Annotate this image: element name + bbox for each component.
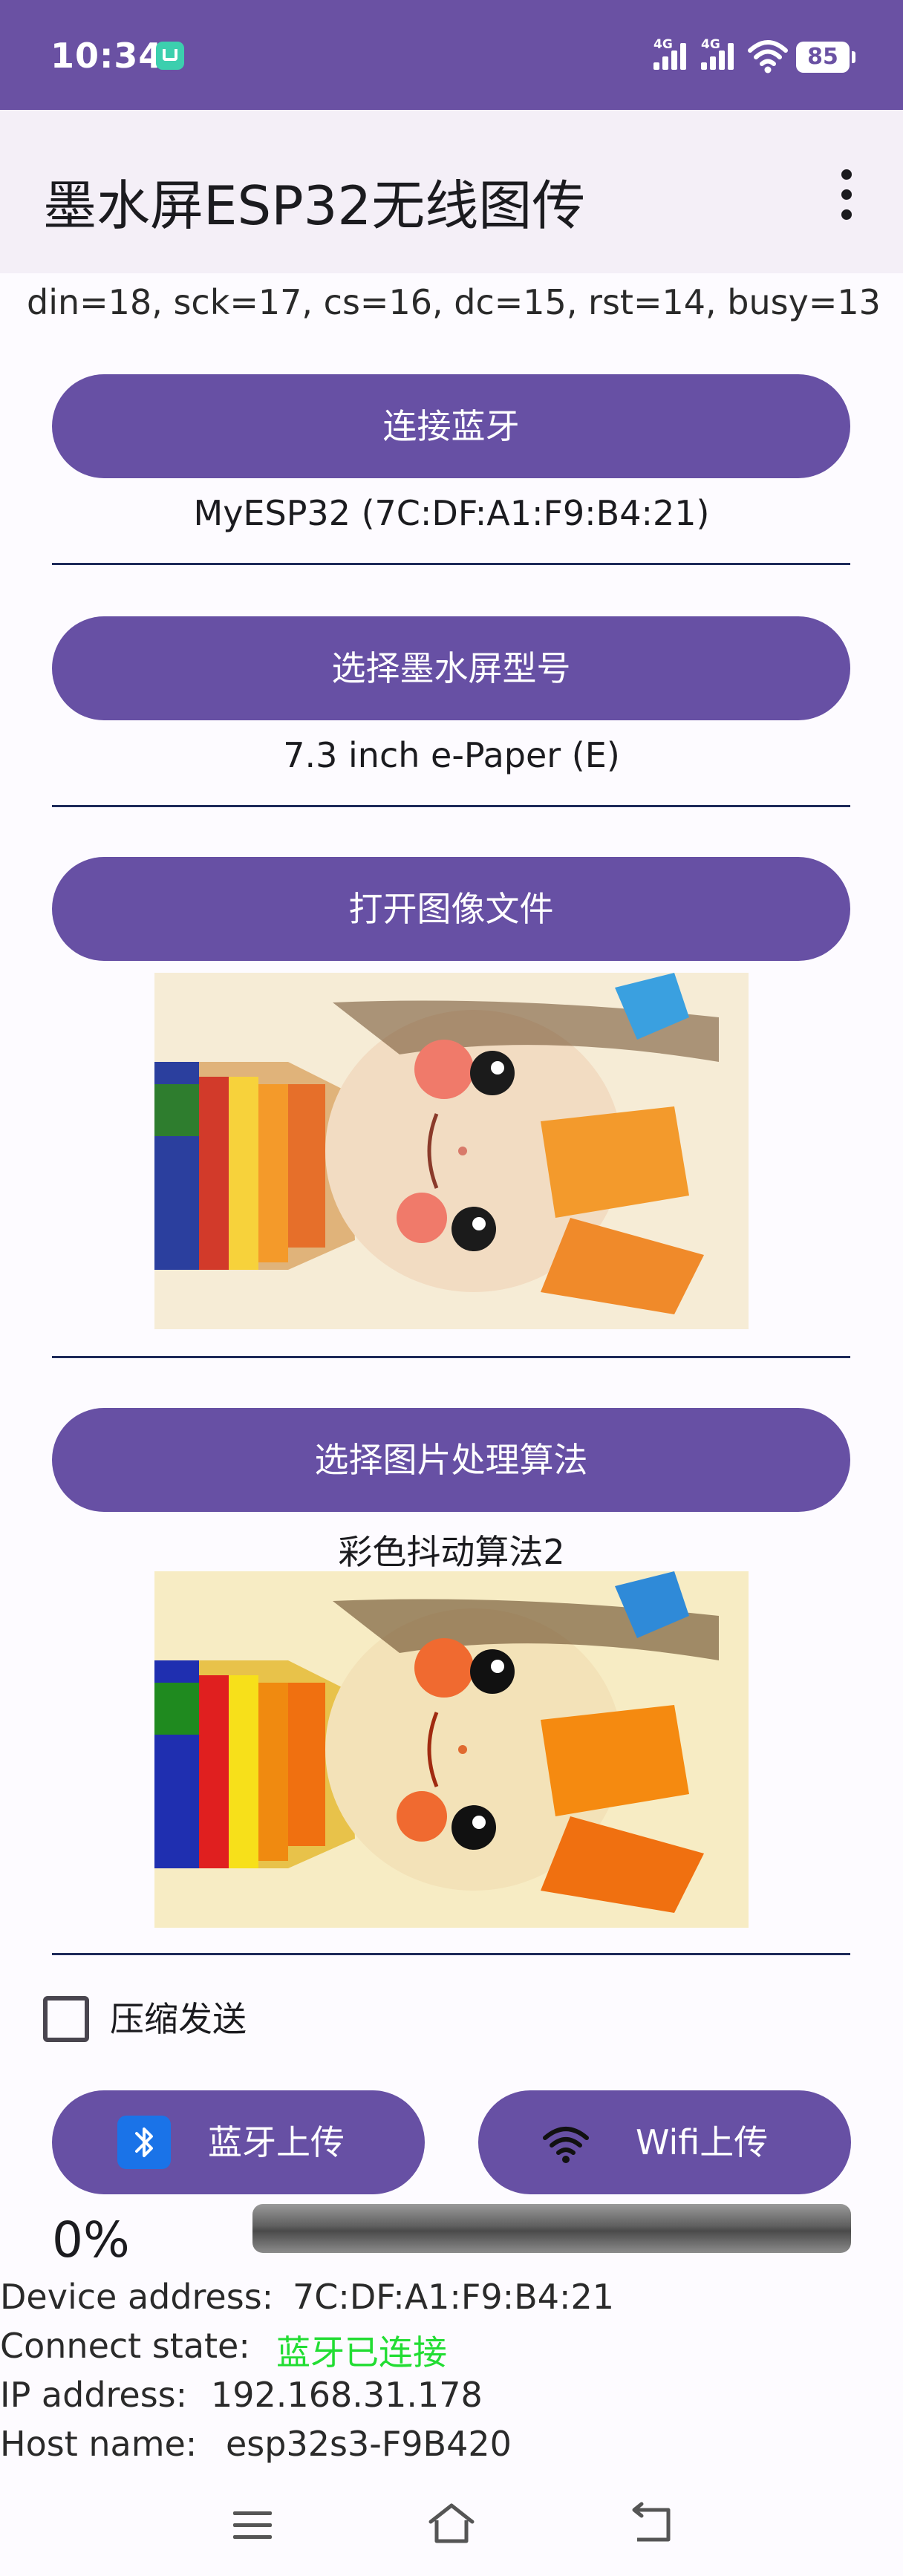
wifi-icon (748, 40, 788, 74)
compress-checkbox[interactable] (43, 1996, 89, 2042)
battery-icon: 85 (796, 42, 855, 73)
host-name-label: Host name: (0, 2424, 198, 2464)
home-icon[interactable] (426, 2500, 477, 2547)
divider (52, 563, 850, 565)
original-image-preview (154, 973, 749, 1329)
bluetooth-device-name: MyESP32 (7C:DF:A1:F9:B4:21) (193, 493, 710, 533)
signal-label: 4G (701, 37, 720, 52)
processed-image-preview (154, 1571, 749, 1928)
bluetooth-icon (117, 2116, 171, 2169)
wifi-icon (543, 2127, 589, 2163)
ip-address-label: IP address: (0, 2375, 188, 2415)
device-address-value: 7C:DF:A1:F9:B4:21 (293, 2277, 615, 2317)
wifi-upload-button[interactable]: Wifi上传 (478, 2090, 851, 2194)
wifi-upload-label: Wifi上传 (636, 2122, 769, 2162)
select-algorithm-button[interactable]: 选择图片处理算法 (52, 1408, 850, 1512)
mi-app-icon (156, 42, 184, 70)
divider (52, 805, 850, 807)
signal-label: 4G (653, 37, 673, 52)
overflow-menu-icon[interactable] (832, 165, 861, 224)
menu-icon[interactable] (230, 2502, 275, 2547)
display-model-label: 7.3 inch e-Paper (E) (283, 735, 620, 775)
connect-state-value: 蓝牙已连接 (276, 2332, 447, 2373)
device-address-label: Device address: (0, 2277, 274, 2317)
signal-icon: 4G (701, 37, 741, 74)
connect-bluetooth-button[interactable]: 连接蓝牙 (52, 374, 850, 478)
divider (52, 1953, 850, 1955)
signal-icon: 4G (653, 37, 694, 74)
ip-address-value: 192.168.31.178 (211, 2375, 483, 2415)
divider (52, 1356, 850, 1358)
open-image-button[interactable]: 打开图像文件 (52, 857, 850, 961)
compress-label[interactable]: 压缩发送 (110, 1996, 247, 2042)
pin-config-text: din=18, sck=17, cs=16, dc=15, rst=14, bu… (27, 282, 881, 322)
status-time: 10:34 (50, 36, 163, 76)
app-title: 墨水屏ESP32无线图传 (43, 175, 586, 237)
back-icon[interactable] (630, 2501, 674, 2546)
bluetooth-upload-button[interactable]: 蓝牙上传 (52, 2090, 425, 2194)
bluetooth-upload-label: 蓝牙上传 (208, 2122, 345, 2162)
host-name-value: esp32s3-F9B420 (226, 2424, 512, 2464)
connect-state-label: Connect state: (0, 2326, 250, 2366)
algorithm-label: 彩色抖动算法2 (338, 1532, 565, 1572)
progress-bar (252, 2204, 851, 2253)
progress-percent: 0% (52, 2211, 130, 2269)
select-display-model-button[interactable]: 选择墨水屏型号 (52, 616, 850, 720)
